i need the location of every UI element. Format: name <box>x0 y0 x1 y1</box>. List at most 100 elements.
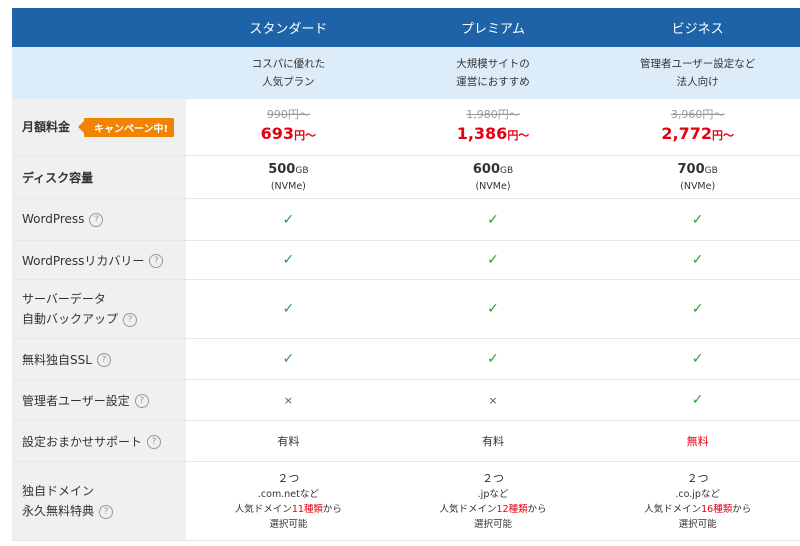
row-domain: 独自ドメイン 永久無料特典? ２つ .com.netなど 人気ドメイン11種類から 選択… <box>12 461 800 541</box>
desc-line: 法人向け <box>676 76 719 88</box>
desc-line: 人気プラン <box>262 76 315 88</box>
plan-header-row: スタンダード プレミアム ビジネス <box>12 8 800 47</box>
disk-type: (NVMe) <box>475 180 511 192</box>
setup-premium: 有料 <box>390 420 596 462</box>
help-icon[interactable]: ? <box>123 312 138 327</box>
label-wp-recovery: WordPressリカバリー? <box>12 240 187 280</box>
help-icon[interactable]: ? <box>147 435 162 449</box>
domain-variety: 人気ドメイン11種類から <box>186 502 391 517</box>
check-icon: ✓ <box>487 252 499 268</box>
help-icon[interactable]: ? <box>89 212 104 227</box>
old-price: 3,960円〜 <box>670 108 725 121</box>
domain-business: ２つ .co.jpなど 人気ドメイン16種類から 選択可能 <box>595 461 800 541</box>
new-price: 2,772円〜 <box>595 123 800 147</box>
check-icon: ✓ <box>487 301 499 317</box>
domain-select: 選択可能 <box>269 519 308 530</box>
domain-tld: .jpなど <box>477 489 509 500</box>
help-icon[interactable]: ? <box>149 254 164 268</box>
cross-icon: × <box>283 394 293 407</box>
check-icon: ✓ <box>487 351 499 367</box>
row-disk: ディスク容量 500GB (NVMe) 600GB (NVMe) 700GB (NVM… <box>12 155 800 199</box>
label-wp-recovery-text: WordPressリカバリー <box>22 253 145 268</box>
feature-cell: ✓ <box>595 279 800 339</box>
domain-count: ２つ <box>277 472 300 485</box>
new-price-unit: 円〜 <box>294 129 317 142</box>
feature-cell: ✓ <box>390 240 596 280</box>
row-backup: サーバーデータ 自動バックアップ? ✓ ✓ ✓ <box>12 279 800 339</box>
disk-value: 500 <box>268 161 296 177</box>
plan-desc-business: 管理者ユーザー設定など 法人向け <box>595 47 800 99</box>
disk-value: 600 <box>472 161 500 177</box>
disk-business: 700GB (NVMe) <box>595 155 800 199</box>
label-ssl: 無料独自SSL? <box>12 338 187 380</box>
row-wp-recovery: WordPressリカバリー? ✓ ✓ ✓ <box>12 240 800 280</box>
feature-cell: × <box>186 379 391 421</box>
plan-name-business: ビジネス <box>595 8 800 47</box>
campaign-badge: キャンペーン中! <box>78 117 175 137</box>
feature-cell: ✓ <box>595 338 800 380</box>
feature-cell: × <box>390 379 596 421</box>
label-backup-text: 自動バックアップ <box>22 312 119 326</box>
desc-line: 管理者ユーザー設定など <box>640 58 756 70</box>
domain-num: 12種類 <box>496 504 528 515</box>
disk-unit: GB <box>704 165 718 176</box>
feature-cell: ✓ <box>595 198 800 241</box>
row-price: 月額料金 キャンペーン中! 990円〜 693円〜 1,980円〜 1,386円〜 3… <box>12 99 800 156</box>
domain-post: から <box>527 504 547 515</box>
domain-num: 11種類 <box>291 504 323 515</box>
check-icon: ✓ <box>282 252 295 268</box>
label-price-text: 月額料金 <box>22 119 71 134</box>
setup-value: 有料 <box>277 435 300 448</box>
plan-comparison: スタンダード プレミアム ビジネス コスパに優れた 人気プラン 大規模サイトの 運営… <box>0 0 800 546</box>
plan-desc-row: コスパに優れた 人気プラン 大規模サイトの 運営におすすめ 管理者ユーザー設定など法… <box>12 47 800 99</box>
domain-premium: ２つ .jpなど 人気ドメイン12種類から 選択可能 <box>390 461 596 541</box>
old-price: 1,980円〜 <box>466 108 520 121</box>
header-corner <box>12 8 187 47</box>
label-setup: 設定おまかせサポート? <box>12 420 187 462</box>
plan-name-standard: スタンダード <box>186 8 391 47</box>
feature-cell: ✓ <box>186 279 391 339</box>
setup-value: 有料 <box>482 435 504 448</box>
disk-type: (NVMe) <box>680 180 716 192</box>
feature-cell: ✓ <box>186 240 391 280</box>
disk-size: 500GB <box>186 161 391 180</box>
feature-cell: ✓ <box>390 198 596 241</box>
new-price: 1,386円〜 <box>391 123 596 147</box>
domain-num: 16種類 <box>701 504 733 515</box>
disk-premium: 600GB (NVMe) <box>390 155 596 199</box>
desc-corner <box>12 47 187 99</box>
desc-line: 大規模サイトの <box>456 58 530 70</box>
domain-select: 選択可能 <box>678 519 717 530</box>
check-icon: ✓ <box>691 211 704 228</box>
label-backup-line1: サーバーデータ <box>22 292 106 306</box>
label-domain-line2: 永久無料特典? <box>22 501 186 521</box>
price-business: 3,960円〜 2,772円〜 <box>595 99 800 156</box>
disk-size: 600GB <box>391 161 596 180</box>
domain-count: ２つ <box>482 472 504 485</box>
help-icon[interactable]: ? <box>99 504 114 519</box>
check-icon: ✓ <box>691 392 704 408</box>
help-icon[interactable]: ? <box>134 394 149 408</box>
feature-cell: ✓ <box>186 338 391 380</box>
desc-line: 運営におすすめ <box>456 76 530 88</box>
label-setup-text: 設定おまかせサポート <box>22 434 143 449</box>
new-price-unit: 円〜 <box>507 129 530 142</box>
row-admin: 管理者ユーザー設定? × × ✓ <box>12 379 800 421</box>
new-price: 693円〜 <box>186 123 391 147</box>
domain-select: 選択可能 <box>474 519 513 530</box>
check-icon: ✓ <box>282 351 295 367</box>
row-ssl: 無料独自SSL? ✓ ✓ ✓ <box>12 338 800 380</box>
check-icon: ✓ <box>282 301 295 317</box>
feature-cell: ✓ <box>186 198 391 241</box>
disk-standard: 500GB (NVMe) <box>186 155 391 199</box>
check-icon: ✓ <box>691 252 704 268</box>
domain-variety: 人気ドメイン16種類から <box>595 502 800 517</box>
label-ssl-text: 無料独自SSL <box>22 352 92 367</box>
domain-tld: .com.netなど <box>257 489 319 500</box>
plan-desc-standard: コスパに優れた 人気プラン <box>186 47 391 99</box>
domain-pre: 人気ドメイン <box>644 504 702 515</box>
help-icon[interactable]: ? <box>96 353 111 367</box>
label-admin-text: 管理者ユーザー設定 <box>22 393 130 408</box>
label-price: 月額料金 キャンペーン中! <box>12 99 187 156</box>
disk-type: (NVMe) <box>270 180 306 192</box>
